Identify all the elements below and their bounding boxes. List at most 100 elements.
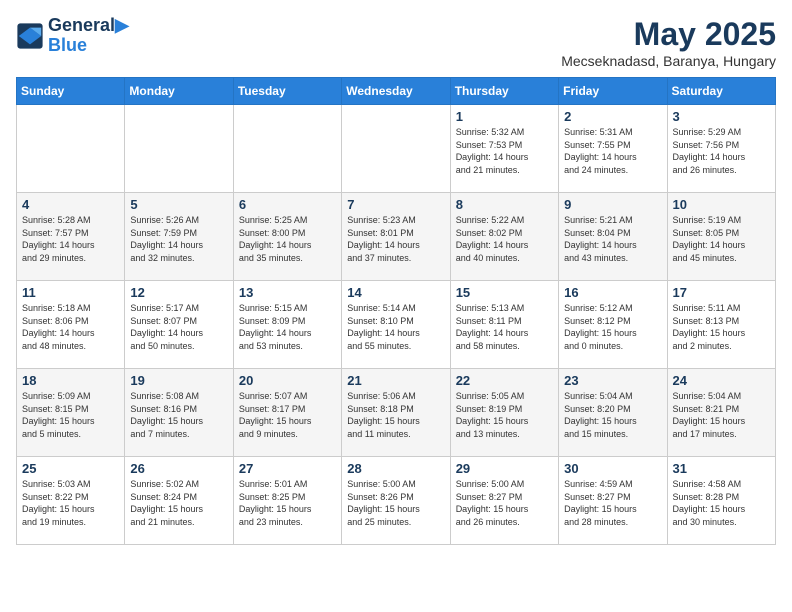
day-number: 22 xyxy=(456,373,553,388)
calendar-day-cell: 14 Sunrise: 5:14 AM Sunset: 8:10 PM Dayli… xyxy=(342,281,450,369)
weekday-header-cell: Friday xyxy=(559,78,667,105)
calendar-day-cell: 13 Sunrise: 5:15 AM Sunset: 8:09 PM Dayli… xyxy=(233,281,341,369)
calendar-day-cell xyxy=(125,105,233,193)
day-info: Sunrise: 5:14 AM Sunset: 8:10 PM Dayligh… xyxy=(347,302,444,352)
day-number: 30 xyxy=(564,461,661,476)
day-number: 11 xyxy=(22,285,119,300)
calendar-week-row: 25 Sunrise: 5:03 AM Sunset: 8:22 PM Dayli… xyxy=(17,457,776,545)
weekday-header-row: SundayMondayTuesdayWednesdayThursdayFrid… xyxy=(17,78,776,105)
day-info: Sunrise: 5:07 AM Sunset: 8:17 PM Dayligh… xyxy=(239,390,336,440)
calendar-week-row: 4 Sunrise: 5:28 AM Sunset: 7:57 PM Daylig… xyxy=(17,193,776,281)
day-number: 19 xyxy=(130,373,227,388)
day-number: 4 xyxy=(22,197,119,212)
logo-text: General▶ Blue xyxy=(48,16,129,56)
calendar-day-cell: 11 Sunrise: 5:18 AM Sunset: 8:06 PM Dayli… xyxy=(17,281,125,369)
day-info: Sunrise: 5:15 AM Sunset: 8:09 PM Dayligh… xyxy=(239,302,336,352)
calendar-body: 1Sunrise: 5:32 AM Sunset: 7:53 PM Daylig… xyxy=(17,105,776,545)
day-info: Sunrise: 5:29 AM Sunset: 7:56 PM Dayligh… xyxy=(673,126,770,176)
calendar-day-cell: 26Sunrise: 5:02 AM Sunset: 8:24 PM Dayli… xyxy=(125,457,233,545)
weekday-header-cell: Saturday xyxy=(667,78,775,105)
page-header: General▶ Blue May 2025 Mecseknadasd, Bar… xyxy=(16,16,776,69)
calendar-week-row: 18 Sunrise: 5:09 AM Sunset: 8:15 PM Dayli… xyxy=(17,369,776,457)
calendar-day-cell: 10 Sunrise: 5:19 AM Sunset: 8:05 PM Dayli… xyxy=(667,193,775,281)
calendar-day-cell: 12 Sunrise: 5:17 AM Sunset: 8:07 PM Dayli… xyxy=(125,281,233,369)
day-info: Sunrise: 5:12 AM Sunset: 8:12 PM Dayligh… xyxy=(564,302,661,352)
day-info: Sunrise: 5:21 AM Sunset: 8:04 PM Dayligh… xyxy=(564,214,661,264)
day-info: Sunrise: 5:05 AM Sunset: 8:19 PM Dayligh… xyxy=(456,390,553,440)
calendar-week-row: 1Sunrise: 5:32 AM Sunset: 7:53 PM Daylig… xyxy=(17,105,776,193)
day-number: 18 xyxy=(22,373,119,388)
day-number: 2 xyxy=(564,109,661,124)
calendar-day-cell: 28Sunrise: 5:00 AM Sunset: 8:26 PM Dayli… xyxy=(342,457,450,545)
calendar-day-cell: 20Sunrise: 5:07 AM Sunset: 8:17 PM Dayli… xyxy=(233,369,341,457)
day-number: 7 xyxy=(347,197,444,212)
day-info: Sunrise: 5:00 AM Sunset: 8:27 PM Dayligh… xyxy=(456,478,553,528)
day-info: Sunrise: 5:23 AM Sunset: 8:01 PM Dayligh… xyxy=(347,214,444,264)
day-number: 16 xyxy=(564,285,661,300)
day-number: 27 xyxy=(239,461,336,476)
day-info: Sunrise: 5:25 AM Sunset: 8:00 PM Dayligh… xyxy=(239,214,336,264)
calendar-day-cell: 15 Sunrise: 5:13 AM Sunset: 8:11 PM Dayli… xyxy=(450,281,558,369)
weekday-header-cell: Tuesday xyxy=(233,78,341,105)
day-number: 24 xyxy=(673,373,770,388)
day-info: Sunrise: 5:03 AM Sunset: 8:22 PM Dayligh… xyxy=(22,478,119,528)
day-number: 10 xyxy=(673,197,770,212)
day-number: 5 xyxy=(130,197,227,212)
day-info: Sunrise: 5:31 AM Sunset: 7:55 PM Dayligh… xyxy=(564,126,661,176)
calendar-day-cell: 18 Sunrise: 5:09 AM Sunset: 8:15 PM Dayli… xyxy=(17,369,125,457)
calendar-day-cell: 7 Sunrise: 5:23 AM Sunset: 8:01 PM Daylig… xyxy=(342,193,450,281)
calendar-week-row: 11 Sunrise: 5:18 AM Sunset: 8:06 PM Dayli… xyxy=(17,281,776,369)
day-number: 29 xyxy=(456,461,553,476)
day-info: Sunrise: 5:28 AM Sunset: 7:57 PM Dayligh… xyxy=(22,214,119,264)
day-info: Sunrise: 5:17 AM Sunset: 8:07 PM Dayligh… xyxy=(130,302,227,352)
calendar-day-cell: 9 Sunrise: 5:21 AM Sunset: 8:04 PM Daylig… xyxy=(559,193,667,281)
weekday-header-cell: Thursday xyxy=(450,78,558,105)
day-info: Sunrise: 5:18 AM Sunset: 8:06 PM Dayligh… xyxy=(22,302,119,352)
day-number: 21 xyxy=(347,373,444,388)
day-info: Sunrise: 4:58 AM Sunset: 8:28 PM Dayligh… xyxy=(673,478,770,528)
logo-icon xyxy=(16,22,44,50)
day-info: Sunrise: 5:02 AM Sunset: 8:24 PM Dayligh… xyxy=(130,478,227,528)
day-info: Sunrise: 5:13 AM Sunset: 8:11 PM Dayligh… xyxy=(456,302,553,352)
day-number: 3 xyxy=(673,109,770,124)
day-number: 31 xyxy=(673,461,770,476)
day-number: 9 xyxy=(564,197,661,212)
day-info: Sunrise: 5:04 AM Sunset: 8:20 PM Dayligh… xyxy=(564,390,661,440)
calendar-day-cell: 8Sunrise: 5:22 AM Sunset: 8:02 PM Daylig… xyxy=(450,193,558,281)
day-number: 25 xyxy=(22,461,119,476)
day-number: 13 xyxy=(239,285,336,300)
calendar-day-cell: 6Sunrise: 5:25 AM Sunset: 8:00 PM Daylig… xyxy=(233,193,341,281)
month-title: May 2025 xyxy=(561,16,776,53)
day-number: 12 xyxy=(130,285,227,300)
day-info: Sunrise: 5:09 AM Sunset: 8:15 PM Dayligh… xyxy=(22,390,119,440)
calendar-day-cell xyxy=(233,105,341,193)
calendar-day-cell: 23Sunrise: 5:04 AM Sunset: 8:20 PM Dayli… xyxy=(559,369,667,457)
day-number: 17 xyxy=(673,285,770,300)
weekday-header-cell: Sunday xyxy=(17,78,125,105)
day-number: 1 xyxy=(456,109,553,124)
calendar-day-cell xyxy=(17,105,125,193)
calendar-day-cell: 5 Sunrise: 5:26 AM Sunset: 7:59 PM Daylig… xyxy=(125,193,233,281)
calendar-day-cell: 25 Sunrise: 5:03 AM Sunset: 8:22 PM Dayli… xyxy=(17,457,125,545)
day-number: 15 xyxy=(456,285,553,300)
day-number: 28 xyxy=(347,461,444,476)
calendar-day-cell: 1Sunrise: 5:32 AM Sunset: 7:53 PM Daylig… xyxy=(450,105,558,193)
day-info: Sunrise: 5:26 AM Sunset: 7:59 PM Dayligh… xyxy=(130,214,227,264)
calendar-day-cell: 31 Sunrise: 4:58 AM Sunset: 8:28 PM Dayli… xyxy=(667,457,775,545)
weekday-header-cell: Monday xyxy=(125,78,233,105)
calendar-day-cell: 24 Sunrise: 5:04 AM Sunset: 8:21 PM Dayli… xyxy=(667,369,775,457)
calendar-day-cell: 19Sunrise: 5:08 AM Sunset: 8:16 PM Dayli… xyxy=(125,369,233,457)
day-info: Sunrise: 5:04 AM Sunset: 8:21 PM Dayligh… xyxy=(673,390,770,440)
day-info: Sunrise: 5:19 AM Sunset: 8:05 PM Dayligh… xyxy=(673,214,770,264)
calendar-table: SundayMondayTuesdayWednesdayThursdayFrid… xyxy=(16,77,776,545)
calendar-day-cell: 30Sunrise: 4:59 AM Sunset: 8:27 PM Dayli… xyxy=(559,457,667,545)
day-number: 14 xyxy=(347,285,444,300)
location-subtitle: Mecseknadasd, Baranya, Hungary xyxy=(561,53,776,69)
day-info: Sunrise: 5:11 AM Sunset: 8:13 PM Dayligh… xyxy=(673,302,770,352)
calendar-day-cell: 16 Sunrise: 5:12 AM Sunset: 8:12 PM Dayli… xyxy=(559,281,667,369)
weekday-header-cell: Wednesday xyxy=(342,78,450,105)
calendar-day-cell: 17 Sunrise: 5:11 AM Sunset: 8:13 PM Dayli… xyxy=(667,281,775,369)
calendar-day-cell: 3 Sunrise: 5:29 AM Sunset: 7:56 PM Daylig… xyxy=(667,105,775,193)
calendar-day-cell: 21 Sunrise: 5:06 AM Sunset: 8:18 PM Dayli… xyxy=(342,369,450,457)
day-info: Sunrise: 5:06 AM Sunset: 8:18 PM Dayligh… xyxy=(347,390,444,440)
